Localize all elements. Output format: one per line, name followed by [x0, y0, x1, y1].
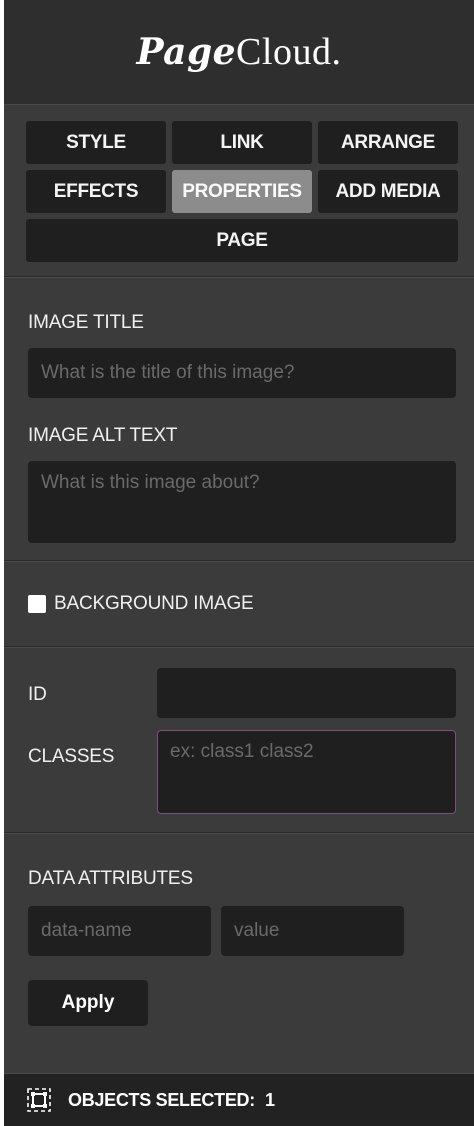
background-image-label: BACKGROUND IMAGE	[54, 593, 254, 614]
background-image-checkbox[interactable]	[28, 595, 46, 613]
tab-row: STYLE LINK ARRANGE	[26, 121, 458, 164]
tab-properties[interactable]: PROPERTIES	[172, 170, 312, 213]
objects-selected-count: 1	[264, 1089, 275, 1110]
panel-header: PageCloud.	[4, 0, 474, 105]
identity-section: ID CLASSES	[4, 647, 474, 833]
image-alt-textarea[interactable]	[28, 461, 456, 543]
logo-script-text: Page	[136, 31, 237, 73]
logo-serif-text: Cloud.	[236, 31, 342, 73]
classes-label: CLASSES	[28, 746, 115, 767]
pagecloud-logo: PageCloud.	[137, 30, 342, 74]
image-alt-label: IMAGE ALT TEXT	[28, 425, 178, 446]
image-title-label: IMAGE TITLE	[28, 312, 144, 333]
classes-textarea[interactable]	[157, 730, 456, 814]
tab-row: EFFECTS PROPERTIES ADD MEDIA	[26, 170, 458, 213]
tab-add-media[interactable]: ADD MEDIA	[318, 170, 458, 213]
tab-bar: STYLE LINK ARRANGE EFFECTS PROPERTIES AD…	[4, 105, 474, 277]
selection-footer: OBJECTS SELECTED: 1	[4, 1073, 474, 1126]
tab-page[interactable]: PAGE	[26, 219, 458, 262]
tab-style[interactable]: STYLE	[26, 121, 166, 164]
id-label: ID	[28, 684, 47, 705]
tab-effects[interactable]: EFFECTS	[26, 170, 166, 213]
data-attributes-section: DATA ATTRIBUTES Apply	[4, 833, 474, 1075]
data-value-input[interactable]	[221, 906, 404, 956]
background-image-section: BACKGROUND IMAGE	[4, 561, 474, 647]
properties-panel: PageCloud. STYLE LINK ARRANGE EFFECTS PR…	[4, 0, 474, 1126]
tab-arrange[interactable]: ARRANGE	[318, 121, 458, 164]
tab-link[interactable]: LINK	[172, 121, 312, 164]
selection-icon	[26, 1087, 52, 1113]
apply-button[interactable]: Apply	[28, 980, 148, 1026]
data-name-input[interactable]	[28, 906, 211, 956]
id-input[interactable]	[157, 668, 456, 718]
objects-selected-label: OBJECTS SELECTED:	[68, 1089, 255, 1110]
image-section: IMAGE TITLE IMAGE ALT TEXT	[4, 277, 474, 561]
data-attributes-label: DATA ATTRIBUTES	[28, 868, 193, 889]
image-title-input[interactable]	[28, 348, 456, 398]
tab-row: PAGE	[26, 219, 458, 262]
